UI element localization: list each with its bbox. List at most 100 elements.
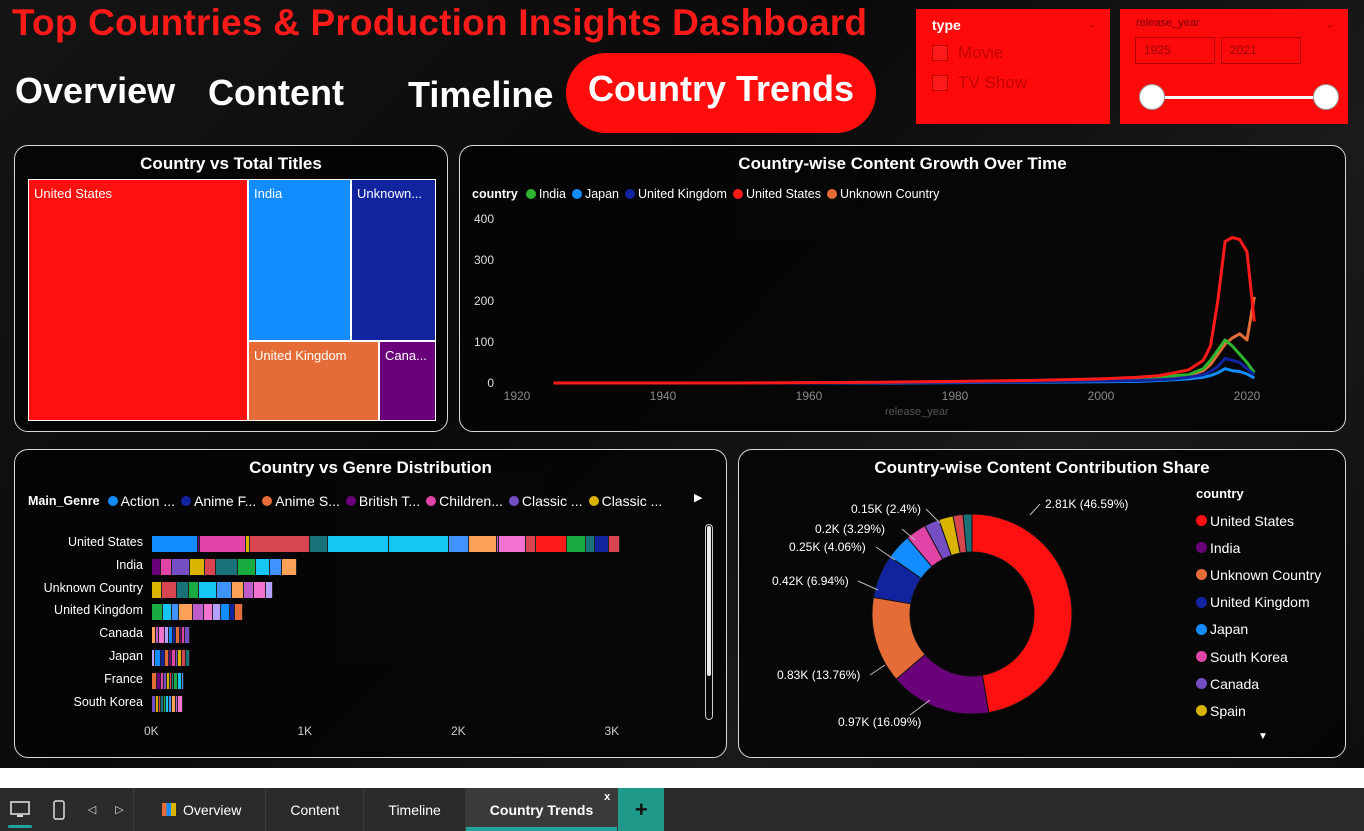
bar-segment[interactable] xyxy=(499,536,527,552)
bar-segment[interactable] xyxy=(172,558,190,575)
prev-page-icon[interactable]: ◁ xyxy=(78,788,106,831)
stacked-bar[interactable] xyxy=(152,604,243,621)
bar-segment[interactable] xyxy=(282,558,297,575)
bar-segment[interactable] xyxy=(243,581,254,598)
treemap-cell-united-states[interactable]: United States xyxy=(28,179,248,421)
legend-scroll-down-icon[interactable]: ▼ xyxy=(1258,731,1268,742)
bar-segment[interactable] xyxy=(190,558,205,575)
bar-segment[interactable] xyxy=(152,581,162,598)
legend-item[interactable]: Anime F... xyxy=(181,493,256,509)
checkbox-movie[interactable]: Movie xyxy=(932,43,1094,63)
bar-segment[interactable] xyxy=(185,627,190,644)
stacked-bar[interactable] xyxy=(152,581,274,598)
donut-slice[interactable] xyxy=(971,513,1073,714)
bar-segment[interactable] xyxy=(535,536,568,552)
bar-segment[interactable] xyxy=(152,604,163,621)
legend-item[interactable]: India xyxy=(1196,534,1321,561)
scrollbar-thumb[interactable] xyxy=(707,526,711,676)
checkbox-icon[interactable] xyxy=(932,45,948,61)
bar-segment[interactable] xyxy=(255,558,271,575)
year-end-input[interactable]: 2021 xyxy=(1221,37,1301,64)
tab-timeline[interactable]: Timeline xyxy=(408,74,553,116)
stacked-bar[interactable] xyxy=(152,558,297,575)
legend-item[interactable]: Spain xyxy=(1196,697,1321,724)
bar-segment[interactable] xyxy=(216,581,232,598)
bar-segment[interactable] xyxy=(179,604,194,621)
bar-segment[interactable] xyxy=(204,558,217,575)
genre-scrollbar[interactable] xyxy=(705,524,713,720)
bar-segment[interactable] xyxy=(270,558,283,575)
page-tab-timeline[interactable]: Timeline xyxy=(364,788,466,831)
chevron-down-icon[interactable]: ⌄ xyxy=(1086,15,1098,32)
bar-segment[interactable] xyxy=(199,536,246,552)
legend-item[interactable]: Classic ... xyxy=(508,493,583,509)
series-line-unknown-country[interactable] xyxy=(553,296,1256,385)
year-slider-end-handle[interactable] xyxy=(1313,84,1339,110)
series-line-united-states[interactable] xyxy=(553,236,1256,385)
page-tab-country-trends[interactable]: Country Trends x xyxy=(465,788,619,831)
desktop-view-icon[interactable] xyxy=(0,788,40,831)
bar-segment[interactable] xyxy=(216,558,239,575)
stacked-bar[interactable] xyxy=(152,650,190,666)
bar-segment[interactable] xyxy=(220,604,230,621)
legend-item[interactable]: Japan xyxy=(1196,616,1321,643)
bar-segment[interactable] xyxy=(152,536,198,552)
close-tab-icon[interactable]: x xyxy=(604,791,610,803)
bar-segment[interactable] xyxy=(172,604,180,621)
bar-segment[interactable] xyxy=(309,536,328,552)
bar-segment[interactable] xyxy=(238,558,256,575)
bar-segment[interactable] xyxy=(231,581,244,598)
treemap-cell-canada[interactable]: Cana... xyxy=(379,341,436,421)
bar-segment[interactable] xyxy=(188,581,199,598)
bar-segment[interactable] xyxy=(585,536,595,552)
bar-segment[interactable] xyxy=(608,536,620,552)
bar-segment[interactable] xyxy=(198,581,217,598)
bar-segment[interactable] xyxy=(177,695,183,712)
legend-item[interactable]: South Korea xyxy=(1196,643,1321,670)
tab-content[interactable]: Content xyxy=(208,72,344,114)
stacked-bar[interactable] xyxy=(152,627,190,644)
bar-segment[interactable] xyxy=(250,536,310,552)
legend-item[interactable]: Anime S... xyxy=(262,493,340,509)
page-tab-overview[interactable]: Overview xyxy=(134,788,267,831)
bar-segment[interactable] xyxy=(594,536,609,552)
legend-item[interactable]: United Kingdom xyxy=(1196,589,1321,616)
bar-segment[interactable] xyxy=(204,604,214,621)
tab-overview[interactable]: Overview xyxy=(15,70,175,112)
legend-item[interactable]: Classic ... xyxy=(588,493,662,509)
legend-item[interactable]: Canada xyxy=(1196,670,1321,697)
bar-segment[interactable] xyxy=(160,558,173,575)
checkbox-icon[interactable] xyxy=(932,75,948,91)
stacked-bar[interactable] xyxy=(152,695,183,712)
page-tab-content[interactable]: Content xyxy=(266,788,365,831)
treemap-cell-unknown[interactable]: Unknown... xyxy=(351,179,436,341)
bar-segment[interactable] xyxy=(161,581,177,598)
bar-segment[interactable] xyxy=(526,536,536,552)
legend-item[interactable]: Children... xyxy=(426,493,503,509)
year-slider-start-handle[interactable] xyxy=(1139,84,1165,110)
treemap-cell-united-kingdom[interactable]: United Kingdom xyxy=(248,341,379,421)
stacked-bar[interactable] xyxy=(152,672,185,689)
bar-segment[interactable] xyxy=(235,604,243,621)
legend-item[interactable]: United States xyxy=(1196,507,1321,534)
bar-segment[interactable] xyxy=(152,558,161,575)
series-line-united-kingdom[interactable] xyxy=(553,356,1256,385)
bar-segment[interactable] xyxy=(162,604,173,621)
next-page-icon[interactable]: ▷ xyxy=(106,788,134,831)
legend-item[interactable]: Unknown Country xyxy=(1196,561,1321,588)
bar-segment[interactable] xyxy=(389,536,449,552)
stacked-bar[interactable] xyxy=(152,536,620,552)
add-page-button[interactable]: + xyxy=(618,788,665,831)
checkbox-tv-show[interactable]: TV Show xyxy=(932,73,1094,93)
bar-segment[interactable] xyxy=(213,604,221,621)
year-slider-track[interactable] xyxy=(1152,96,1316,99)
year-start-input[interactable]: 1925 xyxy=(1135,37,1215,64)
bar-segment[interactable] xyxy=(181,672,185,689)
bar-segment[interactable] xyxy=(448,536,470,552)
mobile-view-icon[interactable] xyxy=(40,788,78,831)
legend-next-icon[interactable]: ▶ xyxy=(694,491,702,504)
bar-segment[interactable] xyxy=(186,650,190,666)
bar-segment[interactable] xyxy=(469,536,497,552)
bar-segment[interactable] xyxy=(193,604,205,621)
chevron-down-icon[interactable]: ⌄ xyxy=(1324,15,1336,32)
